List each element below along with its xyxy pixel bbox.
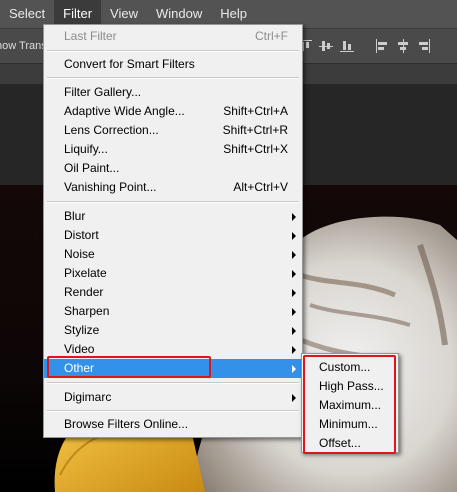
menu-item-noise[interactable]: Noise [44, 245, 302, 264]
align-right-edges-icon[interactable] [415, 37, 433, 55]
menu-separator [47, 410, 299, 412]
submenu-arrow-icon [292, 213, 296, 221]
menu-item-filter-gallery[interactable]: Filter Gallery... [44, 83, 302, 102]
menu-separator [47, 77, 299, 79]
submenu-arrow-icon [292, 394, 296, 402]
menu-item-oil-paint[interactable]: Oil Paint... [44, 159, 302, 178]
submenu-arrow-icon [292, 327, 296, 335]
submenu-arrow-icon [292, 232, 296, 240]
menu-separator [47, 382, 299, 384]
menu-item-adaptive-wide-angle[interactable]: Adaptive Wide Angle... Shift+Ctrl+A [44, 102, 302, 121]
menu-item-stylize[interactable]: Stylize [44, 321, 302, 340]
menu-item-distort[interactable]: Distort [44, 226, 302, 245]
submenu-arrow-icon [292, 308, 296, 316]
submenu-arrow-icon [292, 270, 296, 278]
align-horizontal-centers-icon[interactable] [394, 37, 412, 55]
align-vertical-centers-icon[interactable] [317, 37, 335, 55]
align-toolbar [296, 37, 433, 55]
menu-item-sharpen[interactable]: Sharpen [44, 302, 302, 321]
align-bottom-edges-icon[interactable] [338, 37, 356, 55]
menu-item-blur[interactable]: Blur [44, 207, 302, 226]
align-left-edges-icon[interactable] [373, 37, 391, 55]
menu-item-digimarc[interactable]: Digimarc [44, 388, 302, 407]
menu-item-lens-correction[interactable]: Lens Correction... Shift+Ctrl+R [44, 121, 302, 140]
submenu-arrow-icon [292, 251, 296, 259]
annotation-box-submenu [303, 355, 396, 454]
menu-item-pixelate[interactable]: Pixelate [44, 264, 302, 283]
menu-separator [47, 50, 299, 52]
submenu-arrow-icon [292, 346, 296, 354]
menu-separator [47, 201, 299, 203]
show-transform-controls-label[interactable]: how Trans [0, 40, 47, 52]
menu-item-vanishing-point[interactable]: Vanishing Point... Alt+Ctrl+V [44, 178, 302, 197]
menu-item-liquify[interactable]: Liquify... Shift+Ctrl+X [44, 140, 302, 159]
submenu-arrow-icon [292, 365, 296, 373]
submenu-arrow-icon [292, 289, 296, 297]
menu-item-render[interactable]: Render [44, 283, 302, 302]
annotation-box-other [47, 356, 211, 378]
menu-item-convert-smart-filters[interactable]: Convert for Smart Filters [44, 55, 302, 74]
menu-item-last-filter: Last Filter Ctrl+F [64, 29, 288, 43]
menu-item-browse-filters-online[interactable]: Browse Filters Online... [44, 415, 302, 434]
